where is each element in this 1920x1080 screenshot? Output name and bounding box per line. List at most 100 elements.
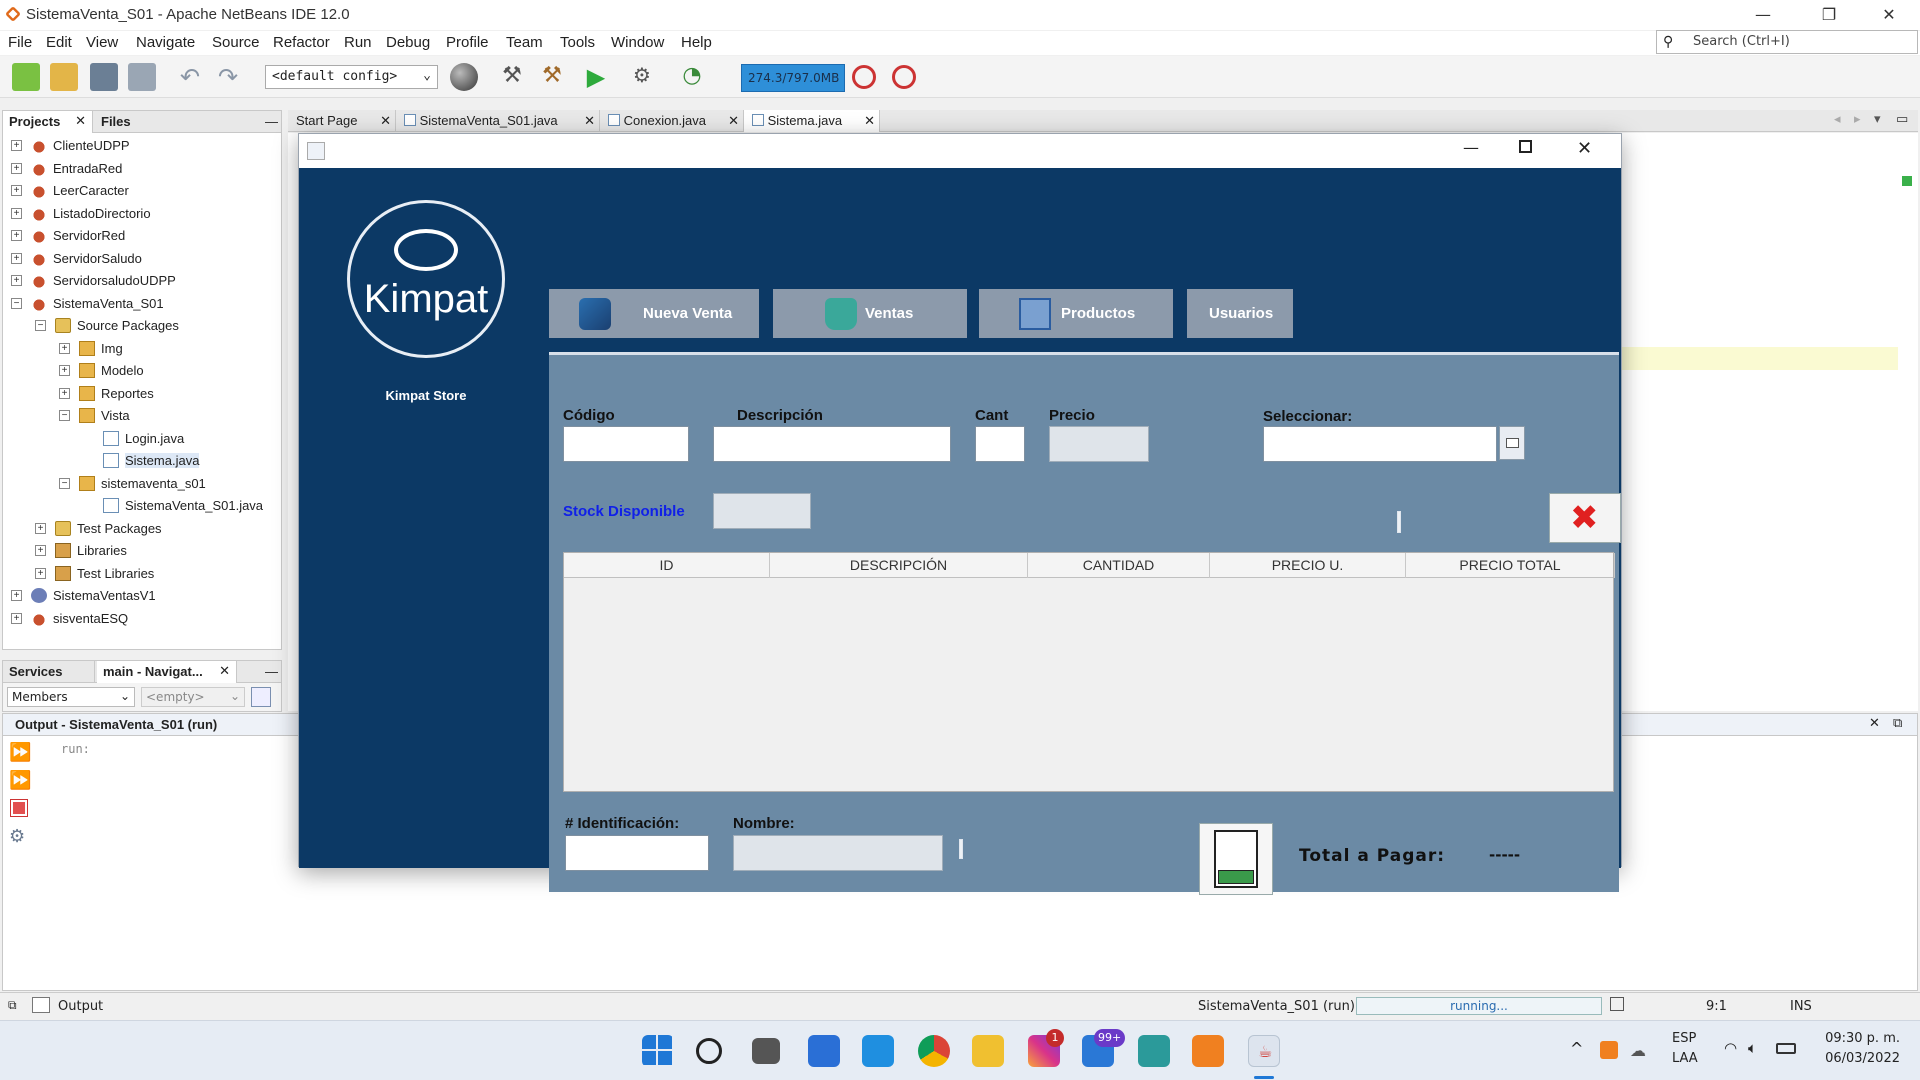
ventas-button[interactable]: Ventas [773,289,967,338]
tab-list-icon[interactable]: ▾ [1874,112,1881,127]
close-icon[interactable]: ✕ [1577,138,1592,159]
new-project-icon[interactable] [50,63,78,91]
tree-item[interactable]: Login.java [3,428,281,451]
tree-item[interactable]: + Reportes [3,383,281,406]
close-icon[interactable]: ✕ [380,113,391,129]
expand-icon[interactable]: + [35,545,46,556]
usuarios-button[interactable]: Usuarios [1187,289,1293,338]
menu-help[interactable]: Help [681,34,712,51]
menu-team[interactable]: Team [506,34,543,51]
config-select[interactable]: <default config> ⌄ [265,65,438,89]
close-icon[interactable]: ✕ [1869,716,1880,731]
menu-debug[interactable]: Debug [386,34,430,51]
search-icon[interactable] [696,1038,722,1064]
col-id[interactable]: ID [564,553,770,578]
tab-start-page[interactable]: Start Page ✕ [288,110,396,132]
chrome-icon[interactable] [918,1035,950,1067]
menu-run[interactable]: Run [344,34,372,51]
col-precio-total[interactable]: PRECIO TOTAL [1406,553,1615,578]
filter-select[interactable]: <empty> ⌄ [141,687,245,707]
expand-icon[interactable]: + [35,567,46,579]
clock-time[interactable]: 09:30 p. m. [1822,1031,1900,1046]
expand-icon[interactable]: + [11,207,22,219]
clean-build-icon[interactable]: ⚒ [538,63,566,91]
status-output-label[interactable]: Output [58,999,103,1014]
menu-tools[interactable]: Tools [560,34,595,51]
start-icon[interactable] [642,1035,674,1067]
tab-sistemaventa-java[interactable]: SistemaVenta_S01.java ✕ [396,110,600,132]
rerun-params-icon[interactable]: ⏩ [9,770,31,791]
tree-item[interactable]: + ListadoDirectorio [3,203,281,226]
expand-icon[interactable]: + [59,365,70,376]
tree-item[interactable]: + Libraries [3,540,281,563]
close-icon[interactable]: ✕ [1866,2,1912,28]
minimize-panel-icon[interactable]: — [259,661,284,683]
tree-item[interactable]: + Modelo [3,360,281,383]
calendar-icon[interactable] [1499,426,1525,460]
tree-item[interactable]: + sisventaESQ [3,608,281,631]
expand-icon[interactable]: + [59,387,70,399]
run-progress-bar[interactable]: running... [1356,997,1602,1015]
expand-icon[interactable]: + [11,140,22,151]
globe-icon[interactable] [450,63,478,91]
cantidad-input[interactable] [975,426,1025,462]
tree-item[interactable]: + SistemaVentasV1 [3,585,281,608]
expand-icon[interactable]: + [59,342,70,354]
generate-sale-button[interactable] [1199,823,1273,895]
task-view-icon[interactable] [752,1038,780,1064]
seleccionar-date-input[interactable] [1263,426,1497,462]
restore-icon[interactable]: ❐ [1806,2,1852,28]
expand-icon[interactable]: + [11,252,22,264]
tree-item[interactable]: SistemaVenta_S01.java [3,495,281,518]
col-precio-u[interactable]: PRECIO U. [1210,553,1406,578]
tree-item[interactable]: + ServidorSaludo [3,248,281,271]
tree-item[interactable]: − Source Packages [3,315,281,338]
tree-item[interactable]: + ServidorsaludoUDPP [3,270,281,293]
virtualbox-icon[interactable] [1138,1035,1170,1067]
battery-icon[interactable] [1776,1043,1796,1054]
close-icon[interactable]: ✕ [584,113,595,129]
tree-item[interactable]: + LeerCaracter [3,180,281,203]
stop-icon[interactable] [10,799,28,817]
close-icon[interactable]: ✕ [864,113,875,129]
collapse-icon[interactable]: − [59,410,70,421]
expand-icon[interactable]: + [11,275,22,286]
rerun-icon[interactable]: ⏩ [9,742,31,763]
menu-window[interactable]: Window [611,34,664,51]
xampp-icon[interactable] [1192,1035,1224,1067]
members-select[interactable]: Members ⌄ [7,687,135,707]
widgets-icon[interactable] [808,1035,840,1067]
menu-profile[interactable]: Profile [446,34,489,51]
identificacion-input[interactable] [565,835,709,871]
expand-icon[interactable]: + [11,230,22,241]
build-icon[interactable]: ⚒ [498,63,526,91]
profile-icon[interactable]: ◔ [678,63,706,91]
clock-date[interactable]: 06/03/2022 [1822,1051,1900,1066]
volume-icon[interactable]: 🔈︎ [1748,1039,1757,1057]
menu-file[interactable]: File [8,34,32,51]
expand-icon[interactable]: + [11,185,22,196]
store-icon[interactable] [862,1035,894,1067]
close-icon[interactable]: ✕ [75,113,86,129]
output-window-icon[interactable] [32,997,50,1013]
ide-search-input[interactable]: ⚲ Search (Ctrl+I) [1656,30,1918,54]
region-code[interactable]: LAA [1672,1051,1698,1066]
tree-item[interactable]: + ServidorRed [3,225,281,248]
xampp-tray-icon[interactable] [1600,1041,1618,1059]
expand-icon[interactable]: + [35,522,46,534]
tab-conexion-java[interactable]: Conexion.java ✕ [600,110,744,132]
nueva-venta-button[interactable]: Nueva Venta [549,289,759,338]
debug-icon[interactable]: ⚙ [628,63,656,91]
save-all-icon[interactable] [128,63,156,91]
minimize-panel-icon[interactable]: — [259,111,284,133]
profiler-icon[interactable] [892,65,916,89]
minimize-icon[interactable]: — [1740,2,1786,28]
redo-icon[interactable]: ↷ [214,63,242,91]
tab-files[interactable]: Files [95,111,137,133]
gc-icon[interactable] [852,65,876,89]
restore-panel-icon[interactable]: ⧉ [1893,716,1902,731]
run-icon[interactable]: ▶ [582,63,610,91]
close-icon[interactable]: ✕ [219,663,230,679]
memory-indicator[interactable]: 274.3/797.0MB [741,64,845,92]
close-icon[interactable]: ✕ [728,113,739,129]
